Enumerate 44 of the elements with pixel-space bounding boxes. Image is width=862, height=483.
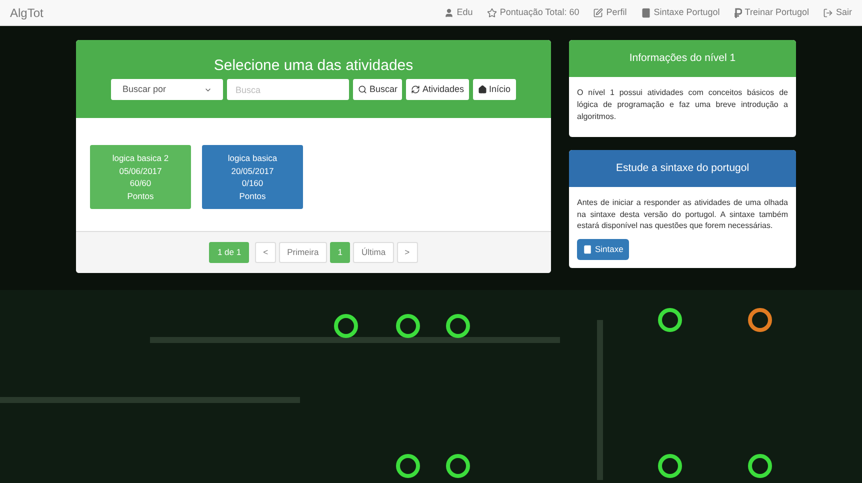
activity-unit: Pontos bbox=[239, 190, 266, 202]
refresh-icon bbox=[411, 85, 420, 94]
page-summary: 1 de 1 bbox=[209, 242, 250, 263]
search-field[interactable]: Busca bbox=[227, 79, 350, 100]
panel-title: Informações do nível 1 bbox=[629, 50, 736, 66]
toolbar-button[interactable]: Buscar bbox=[353, 79, 402, 100]
nav-link[interactable]: Sintaxe Portugol bbox=[640, 6, 720, 20]
home-icon bbox=[478, 85, 488, 94]
activity-date: 20/05/2017 bbox=[231, 164, 274, 177]
nav-link[interactable]: Perfil bbox=[593, 6, 627, 20]
activity-card[interactable]: logica basica 20/05/2017 0/160 Pontos bbox=[202, 145, 303, 209]
edit-icon bbox=[593, 8, 604, 18]
activity-name: logica basica bbox=[228, 152, 278, 164]
toolbar-button[interactable]: Início bbox=[473, 79, 516, 100]
level-description: O nível 1 possui atividades com conceitos básicos de lógica de programação e faz uma breve introdução a algoritmos. bbox=[576, 87, 789, 123]
nav-link[interactable]: Sair bbox=[822, 6, 852, 20]
pagination-button[interactable]: Última bbox=[353, 242, 394, 263]
pagination-button[interactable]: Primeira bbox=[279, 242, 327, 263]
book-icon bbox=[640, 8, 651, 18]
p-icon bbox=[734, 8, 742, 18]
activity-score: 0/160 bbox=[242, 177, 264, 190]
nav-link[interactable]: Pontuação Total: 60 bbox=[486, 6, 580, 20]
nav-link[interactable]: Edu bbox=[444, 6, 473, 20]
star-icon bbox=[486, 8, 497, 18]
nav-link[interactable]: Treinar Portugol bbox=[734, 6, 809, 20]
search-icon bbox=[358, 85, 368, 94]
pagination-button[interactable]: < bbox=[255, 242, 276, 263]
activity-score: 60/60 bbox=[130, 177, 152, 190]
syntax-description: Antes de iniciar a responder as atividades de uma olhada na sintaxe desta versão do portugol. A sintaxe também estará disponível nas questões que forem necessárias. bbox=[577, 197, 788, 232]
activity-card[interactable]: logica basica 2 05/06/2017 60/60 Pontos bbox=[90, 145, 191, 209]
logout-icon bbox=[822, 8, 833, 18]
user-icon bbox=[444, 8, 454, 18]
panel-title: Selecione uma das atividades bbox=[214, 58, 414, 73]
panel-title: Estude a sintaxe do portugol bbox=[616, 160, 750, 176]
syntax-button[interactable]: Sintaxe bbox=[577, 238, 630, 260]
activity-name: logica basica 2 bbox=[112, 152, 169, 164]
pagination-button[interactable]: 1 bbox=[330, 242, 350, 263]
activity-date: 05/06/2017 bbox=[119, 164, 162, 177]
toolbar-button[interactable]: Atividades bbox=[406, 79, 470, 100]
search-by-dropdown[interactable]: Buscar por bbox=[111, 79, 224, 100]
brand-logo[interactable]: AlgTot bbox=[10, 4, 44, 22]
book-icon bbox=[583, 244, 592, 254]
pagination-button[interactable]: > bbox=[396, 242, 418, 263]
activity-unit: Pontos bbox=[127, 190, 154, 202]
